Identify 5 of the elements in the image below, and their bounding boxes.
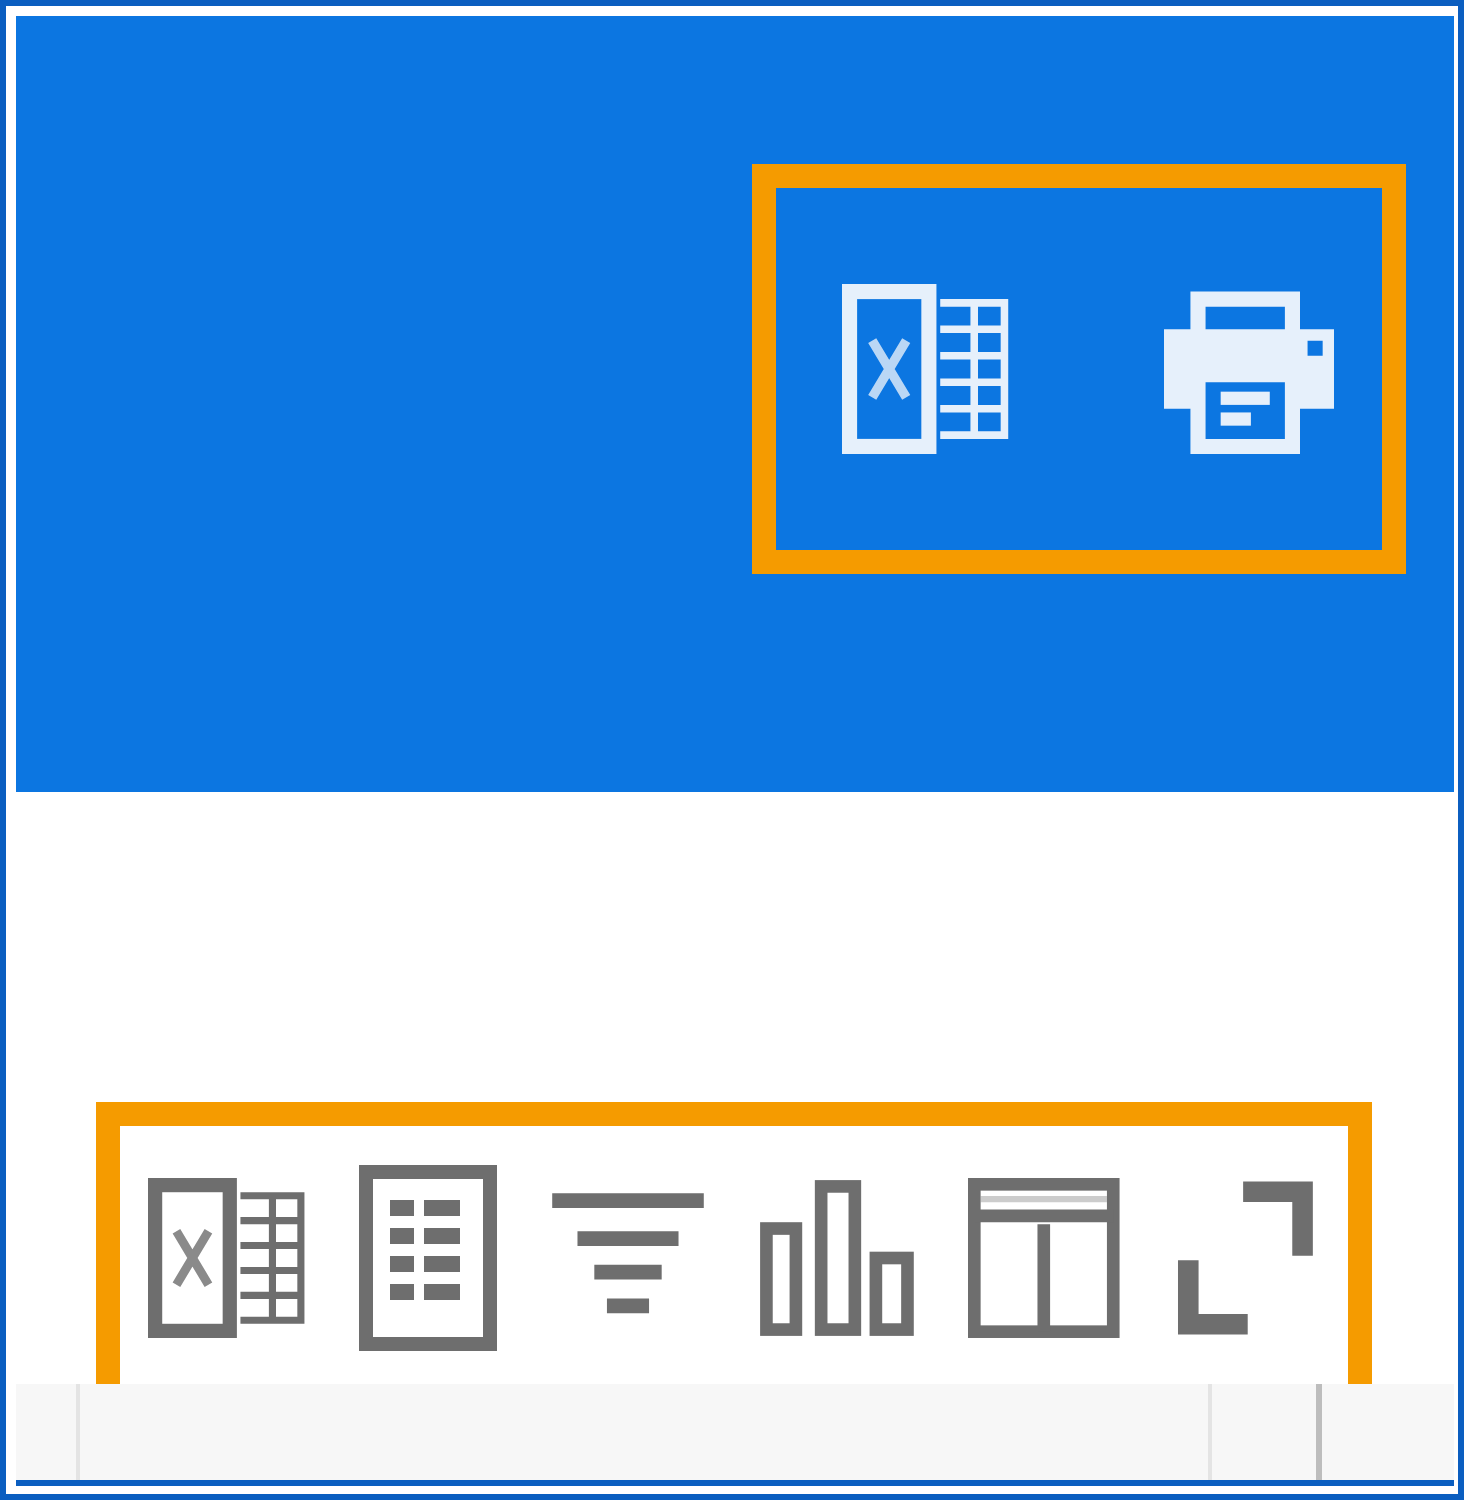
- spreadsheet-icon[interactable]: [148, 1177, 308, 1337]
- layout-icon[interactable]: [967, 1177, 1120, 1337]
- bar-chart-icon[interactable]: [757, 1177, 918, 1337]
- spreadsheet-icon[interactable]: [842, 284, 1012, 454]
- table-icon[interactable]: [357, 1163, 498, 1351]
